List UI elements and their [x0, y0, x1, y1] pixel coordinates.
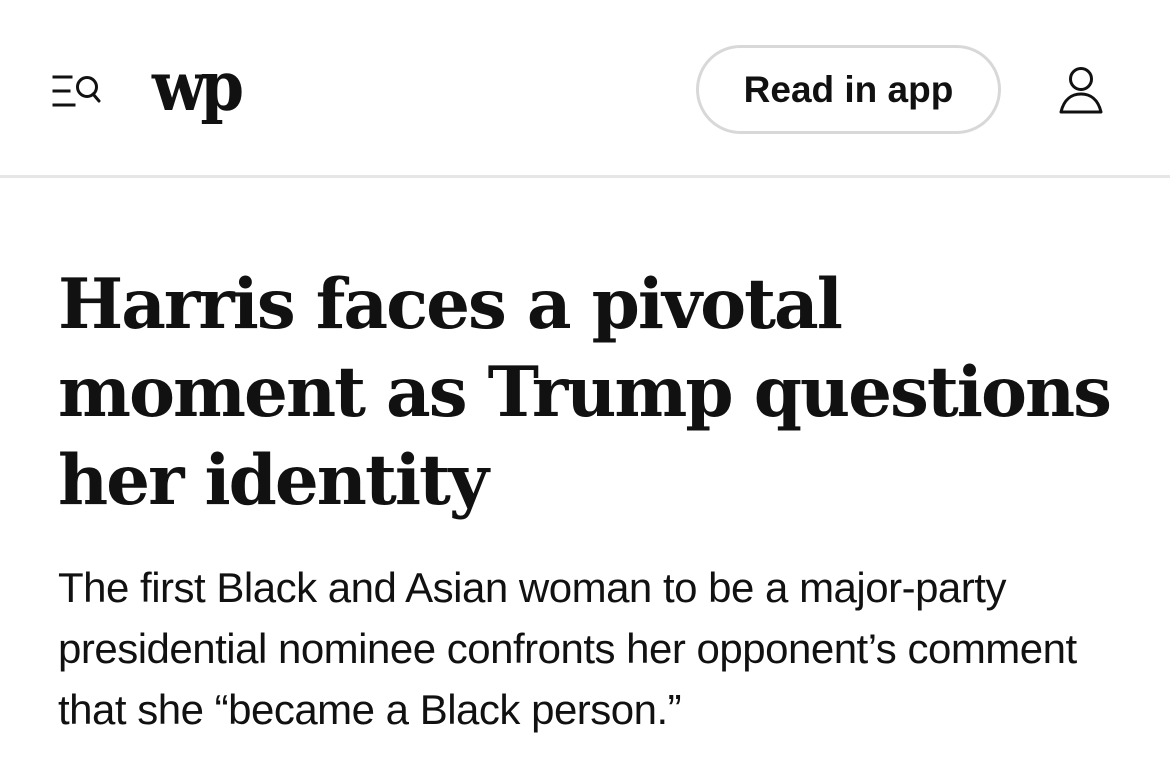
account-icon[interactable]	[1055, 65, 1107, 117]
article-summary: The first Black and Asian woman to be a …	[58, 564, 1077, 733]
top-navigation-bar: wp Read in app	[0, 0, 1170, 178]
menu-search-icon-graphic	[52, 75, 101, 107]
read-in-app-button[interactable]: Read in app	[696, 45, 1001, 134]
washington-post-logo[interactable]: wp	[152, 48, 244, 132]
article-page: wp Read in app Harris faces a pivotal mo…	[0, 0, 1170, 771]
menu-search-icon[interactable]	[52, 70, 102, 112]
article-headline: Harris faces a pivotal moment as Trump q…	[58, 264, 1112, 521]
account-icon-graphic	[1059, 67, 1103, 114]
